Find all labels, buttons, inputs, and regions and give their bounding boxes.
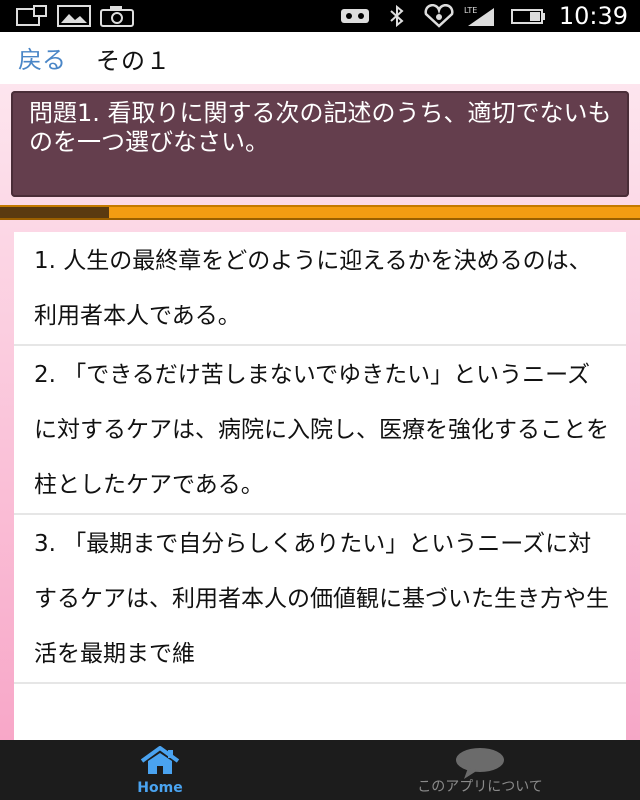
tab-about[interactable]: このアプリについて bbox=[380, 740, 580, 800]
voicemail-icon bbox=[340, 4, 370, 28]
choice-text: 1. 人生の最終章をどのように迎えるかを決めるのは、利用者本人である。 bbox=[34, 248, 592, 329]
camera-icon bbox=[98, 4, 136, 28]
choice-item-2[interactable]: 2. 「できるだけ苦しまないでゆきたい」というニーズに対するケアは、病院に入院し… bbox=[14, 346, 626, 515]
choice-item-1[interactable]: 1. 人生の最終章をどのように迎えるかを決めるのは、利用者本人である。 bbox=[14, 232, 626, 346]
progress-bar bbox=[0, 205, 640, 220]
tab-home-label: Home bbox=[137, 780, 183, 796]
svg-text:LTE: LTE bbox=[464, 6, 477, 15]
tab-home[interactable]: Home bbox=[100, 740, 220, 800]
heart-wifi-icon bbox=[422, 4, 456, 28]
status-bar: LTE 10:39 bbox=[0, 0, 640, 32]
screenshot-icon bbox=[14, 4, 48, 28]
choice-text: 2. 「できるだけ苦しまないでゆきたい」というニーズに対するケアは、病院に入院し… bbox=[34, 362, 609, 498]
back-button[interactable]: 戻る bbox=[18, 40, 66, 75]
image-icon bbox=[56, 4, 92, 28]
bottom-tab-bar: Home このアプリについて bbox=[0, 740, 640, 800]
battery-icon bbox=[508, 4, 548, 28]
nav-bar: 戻る その１ bbox=[0, 32, 640, 84]
choice-text: 3. 「最期まで自分らしくありたい」というニーズに対するケアは、利用者本人の価値… bbox=[34, 531, 609, 667]
question-box: 問題1. 看取りに関する次の記述のうち、適切でないものを一つ選びなさい。 bbox=[11, 91, 629, 197]
home-icon bbox=[138, 746, 182, 780]
status-time: 10:39 bbox=[558, 2, 628, 30]
progress-fill bbox=[0, 207, 109, 218]
tab-about-label: このアプリについて bbox=[417, 779, 543, 795]
answers-list: 1. 人生の最終章をどのように迎えるかを決めるのは、利用者本人である。 2. 「… bbox=[14, 232, 626, 740]
bluetooth-icon bbox=[386, 4, 408, 28]
lte-signal-icon: LTE bbox=[462, 4, 498, 28]
page-title: その１ bbox=[96, 47, 171, 75]
choice-item-3[interactable]: 3. 「最期まで自分らしくありたい」というニーズに対するケアは、利用者本人の価値… bbox=[14, 515, 626, 684]
question-text: 問題1. 看取りに関する次の記述のうち、適切でないものを一つ選びなさい。 bbox=[29, 99, 612, 156]
